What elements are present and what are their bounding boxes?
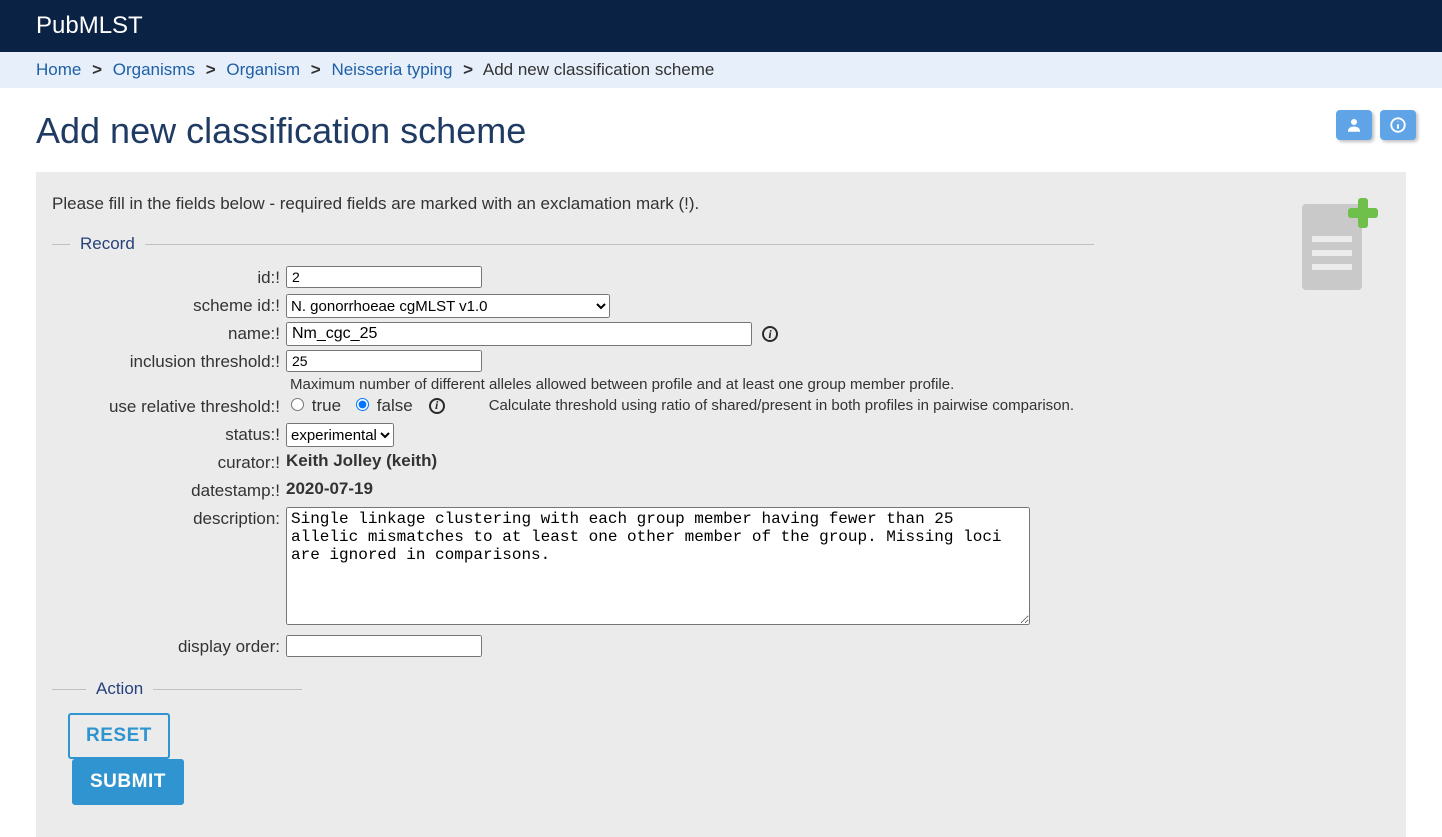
curator-value: Keith Jolley (keith) (286, 451, 437, 471)
label-name: name:! (52, 322, 286, 344)
label-scheme-id: scheme id:! (52, 294, 286, 316)
reset-button[interactable]: RESET (68, 713, 170, 759)
breadcrumb-home[interactable]: Home (36, 60, 81, 79)
chevron-right-icon: > (311, 60, 321, 79)
radio-true-label[interactable]: true (286, 395, 341, 416)
inclusion-threshold-hint: Maximum number of different alleles allo… (290, 376, 954, 393)
breadcrumb-organism[interactable]: Organism (226, 60, 300, 79)
name-field[interactable] (286, 322, 752, 346)
radio-false-label[interactable]: false (351, 395, 413, 416)
breadcrumb-typing[interactable]: Neisseria typing (331, 60, 452, 79)
breadcrumb: Home > Organisms > Organism > Neisseria … (0, 52, 1442, 88)
user-icon[interactable] (1336, 110, 1372, 140)
display-order-field[interactable] (286, 635, 482, 657)
label-curator: curator:! (52, 451, 286, 473)
record-fieldset: Record id:! scheme id:! N. gonorrhoeae c… (52, 234, 1094, 663)
radio-false-text: false (377, 396, 413, 415)
add-document-icon (1296, 194, 1380, 299)
info-icon[interactable]: i (429, 398, 445, 414)
id-field[interactable] (286, 266, 482, 288)
page-title: Add new classification scheme (36, 110, 1406, 152)
action-legend: Action (86, 679, 153, 699)
top-bar: PubMLST (0, 0, 1442, 52)
label-datestamp: datestamp:! (52, 479, 286, 501)
inclusion-threshold-field[interactable] (286, 350, 482, 372)
chevron-right-icon: > (92, 60, 102, 79)
datestamp-value: 2020-07-19 (286, 479, 373, 499)
label-display-order: display order: (52, 635, 286, 657)
info-icon[interactable]: i (762, 326, 778, 342)
form-panel: Please fill in the fields below - requir… (36, 172, 1406, 837)
label-id: id:! (52, 266, 286, 288)
label-inclusion-threshold: inclusion threshold:! (52, 350, 286, 372)
description-field[interactable] (286, 507, 1030, 625)
chevron-right-icon: > (463, 60, 473, 79)
label-use-relative-threshold: use relative threshold:! (52, 395, 286, 417)
label-description: description: (52, 507, 286, 529)
label-status: status:! (52, 423, 286, 445)
intro-text: Please fill in the fields below - requir… (52, 194, 1390, 214)
record-legend: Record (70, 234, 145, 254)
breadcrumb-organisms[interactable]: Organisms (113, 60, 195, 79)
status-select[interactable]: experimental (286, 423, 394, 447)
chevron-right-icon: > (206, 60, 216, 79)
radio-false[interactable] (356, 398, 369, 411)
submit-button[interactable]: SUBMIT (72, 759, 184, 805)
radio-true-text: true (312, 396, 341, 415)
brand-title: PubMLST (36, 12, 143, 39)
use-relative-threshold-hint: Calculate threshold using ratio of share… (489, 397, 1074, 414)
info-icon[interactable] (1380, 110, 1416, 140)
action-fieldset: Action RESET SUBMIT (52, 679, 302, 805)
scheme-id-select[interactable]: N. gonorrhoeae cgMLST v1.0 (286, 294, 610, 318)
breadcrumb-current: Add new classification scheme (483, 60, 715, 79)
radio-true[interactable] (291, 398, 304, 411)
